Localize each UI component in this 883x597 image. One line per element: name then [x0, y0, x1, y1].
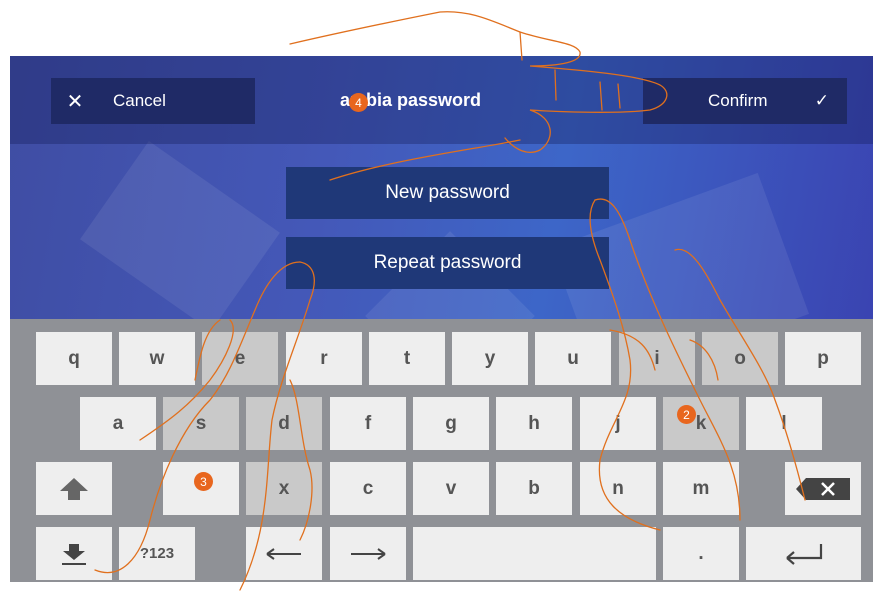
key-l[interactable]: l: [746, 397, 822, 450]
key-o[interactable]: o: [702, 332, 778, 385]
shift-arrow-icon: [60, 477, 88, 500]
key-s[interactable]: s: [163, 397, 239, 450]
key-c[interactable]: c: [330, 462, 406, 515]
step-badge-3: 3: [194, 472, 213, 491]
arrow-right-icon: [351, 547, 386, 560]
step-badge-4: 4: [349, 93, 368, 112]
arrow-left-icon: [266, 547, 301, 560]
new-password-field[interactable]: New password: [286, 167, 609, 219]
cursor-left-key[interactable]: [246, 527, 322, 580]
key-t[interactable]: t: [369, 332, 445, 385]
key-f[interactable]: f: [330, 397, 406, 450]
key-m[interactable]: m: [663, 462, 739, 515]
confirm-label: Confirm: [708, 91, 768, 110]
key-q[interactable]: q: [36, 332, 112, 385]
key-w[interactable]: w: [119, 332, 195, 385]
key-a[interactable]: a: [80, 397, 156, 450]
cursor-right-key[interactable]: [330, 527, 406, 580]
key-i[interactable]: i: [619, 332, 695, 385]
key-x[interactable]: x: [246, 462, 322, 515]
device-screen: ✕ Cancel ambia password Confirm ✓ New pa…: [10, 56, 873, 582]
cancel-button[interactable]: ✕ Cancel: [51, 78, 255, 124]
space-key[interactable]: [413, 527, 656, 580]
key-k[interactable]: k: [663, 397, 739, 450]
key-y[interactable]: y: [452, 332, 528, 385]
key-h[interactable]: h: [496, 397, 572, 450]
enter-icon: [785, 543, 822, 565]
hide-keyboard-key[interactable]: [36, 527, 112, 580]
top-bar: ✕ Cancel ambia password Confirm ✓: [10, 56, 873, 144]
repeat-password-field[interactable]: Repeat password: [286, 237, 609, 289]
key-b[interactable]: b: [496, 462, 572, 515]
key-p[interactable]: p: [785, 332, 861, 385]
period-key[interactable]: .: [663, 527, 739, 580]
key-g[interactable]: g: [413, 397, 489, 450]
repeat-password-label: Repeat password: [373, 252, 522, 273]
close-icon: ✕: [66, 90, 84, 113]
key-d[interactable]: d: [246, 397, 322, 450]
key-r[interactable]: r: [286, 332, 362, 385]
cancel-label: Cancel: [113, 91, 166, 110]
enter-key[interactable]: [746, 527, 861, 580]
arrow-down-icon: [62, 543, 86, 565]
background-shape: [80, 140, 280, 332]
key-e[interactable]: e: [202, 332, 278, 385]
shift-key[interactable]: [36, 462, 112, 515]
backspace-icon: [796, 477, 850, 500]
key-j[interactable]: j: [580, 397, 656, 450]
new-password-label: New password: [385, 182, 510, 203]
symbols-key[interactable]: ?123: [119, 527, 195, 580]
key-n[interactable]: n: [580, 462, 656, 515]
step-badge-2: 2: [677, 405, 696, 424]
key-u[interactable]: u: [535, 332, 611, 385]
check-icon: ✓: [814, 91, 829, 110]
backspace-key[interactable]: [785, 462, 861, 515]
confirm-button[interactable]: Confirm ✓: [643, 78, 847, 124]
on-screen-keyboard: q w e r t y u i o p a s d f g h j k l x …: [10, 319, 873, 582]
key-v[interactable]: v: [413, 462, 489, 515]
